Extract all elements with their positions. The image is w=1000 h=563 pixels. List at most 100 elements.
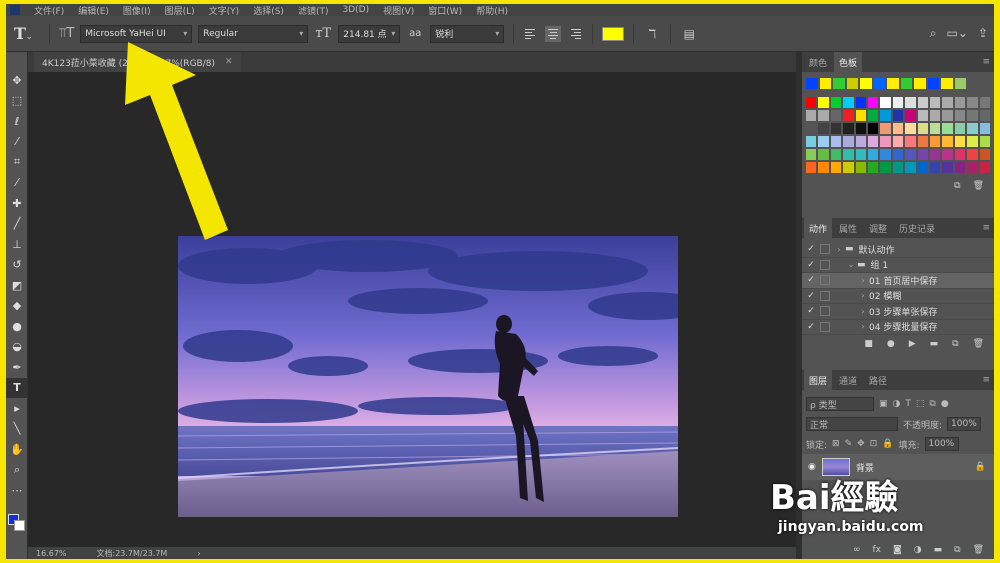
swatch[interactable] [942, 123, 953, 134]
background-color-swatch[interactable] [14, 520, 25, 531]
swatch[interactable] [855, 149, 867, 160]
swatch[interactable] [868, 123, 879, 134]
action-row[interactable]: ✓ › 03 步骤单张保存 [802, 304, 994, 320]
align-left-button[interactable] [523, 26, 539, 42]
mask-icon[interactable]: ◙ [893, 545, 902, 555]
swatch[interactable] [880, 162, 891, 173]
swatch[interactable] [892, 149, 904, 160]
path-selection-tool-icon[interactable]: ▸ [6, 398, 28, 419]
swatch[interactable] [880, 97, 891, 108]
swatch[interactable] [868, 97, 879, 108]
swatch[interactable] [905, 97, 916, 108]
folder-icon[interactable]: ▬ [930, 339, 939, 349]
swatch[interactable] [833, 78, 845, 89]
text-color-swatch[interactable] [602, 26, 625, 41]
swatch[interactable] [967, 149, 978, 160]
filter-toggle-icon[interactable]: ● [941, 399, 949, 409]
menu-file[interactable]: 文件(F) [34, 4, 64, 17]
menu-image[interactable]: 图像(I) [123, 4, 151, 17]
swatch[interactable] [855, 136, 867, 147]
swatch[interactable] [954, 136, 966, 147]
swatch[interactable] [917, 136, 929, 147]
swatch[interactable] [806, 97, 817, 108]
filter-smart-icon[interactable]: ⧉ [929, 399, 935, 409]
record-icon[interactable]: ● [887, 339, 895, 349]
swatch[interactable] [843, 123, 854, 134]
swatch[interactable] [942, 110, 953, 121]
swatch[interactable] [954, 162, 966, 173]
move-tool-icon[interactable]: ✥ [6, 70, 28, 91]
swatch[interactable] [843, 110, 854, 121]
type-tool-preset-button[interactable]: T⌄ [14, 24, 40, 43]
swatch[interactable] [979, 97, 991, 108]
expand-icon[interactable]: › [857, 276, 869, 285]
swatch[interactable] [806, 162, 817, 173]
swatch[interactable] [905, 162, 916, 173]
menu-help[interactable]: 帮助(H) [476, 4, 508, 17]
font-style-select[interactable]: Regular ▾ [198, 24, 309, 43]
swatch[interactable] [806, 123, 817, 134]
swatch[interactable] [892, 136, 904, 147]
tab-actions[interactable]: 动作 [804, 217, 833, 239]
close-icon[interactable]: ✕ [225, 57, 233, 67]
menu-type[interactable]: 文字(Y) [209, 4, 240, 17]
healing-brush-tool-icon[interactable]: ✚ [6, 193, 28, 214]
crop-tool-icon[interactable]: ⌗ [6, 152, 28, 173]
swatch[interactable] [954, 78, 966, 89]
swatch[interactable] [967, 110, 978, 121]
swatch[interactable] [868, 110, 879, 121]
menu-filter[interactable]: 滤镜(T) [298, 4, 329, 17]
swatch[interactable] [979, 136, 991, 147]
swatch[interactable] [900, 78, 912, 89]
swatch[interactable] [967, 136, 978, 147]
expand-icon[interactable]: › [857, 291, 869, 300]
swatch[interactable] [967, 123, 978, 134]
swatch[interactable] [887, 78, 899, 89]
swatch[interactable] [930, 97, 941, 108]
swatch[interactable] [979, 162, 991, 173]
swatch[interactable] [830, 123, 842, 134]
panel-menu-icon[interactable]: ≡ [982, 57, 990, 67]
swatch[interactable] [818, 136, 829, 147]
hand-tool-icon[interactable]: ✋ [6, 439, 28, 460]
pen-tool-icon[interactable]: ✒ [6, 357, 28, 378]
swatch[interactable] [905, 110, 916, 121]
character-panel-icon[interactable]: ▤ [680, 25, 698, 43]
swatch[interactable] [855, 123, 867, 134]
panel-menu-icon[interactable]: ≡ [982, 375, 990, 385]
check-icon[interactable]: ✓ [805, 322, 817, 332]
chevron-right-icon[interactable]: › [197, 549, 200, 558]
swatch[interactable] [868, 162, 879, 173]
swatch[interactable] [846, 78, 858, 89]
swatch[interactable] [880, 123, 891, 134]
tab-layers[interactable]: 图层 [804, 369, 833, 391]
swatch[interactable] [843, 136, 854, 147]
swatch[interactable] [979, 149, 991, 160]
expand-icon[interactable]: › [857, 307, 869, 316]
swatch[interactable] [930, 110, 941, 121]
tab-channels[interactable]: 通道 [834, 370, 862, 391]
tab-swatches[interactable]: 色板 [834, 51, 863, 73]
marquee-tool-icon[interactable]: ⬚ [6, 91, 28, 112]
check-icon[interactable]: ✓ [805, 291, 817, 301]
swatch[interactable] [967, 97, 978, 108]
swatch[interactable] [830, 162, 842, 173]
expand-icon[interactable]: › [857, 322, 869, 331]
history-brush-tool-icon[interactable]: ↺ [6, 255, 28, 276]
stop-icon[interactable]: ■ [864, 339, 873, 349]
new-swatch-icon[interactable]: ⧉ [954, 181, 960, 191]
action-row[interactable]: ✓ › 04 步骤批量保存 [802, 320, 994, 335]
trash-icon[interactable]: 🗑 [973, 181, 984, 191]
swatch[interactable] [818, 162, 829, 173]
swatch[interactable] [819, 78, 831, 89]
swatch[interactable] [830, 149, 842, 160]
swatch[interactable] [954, 123, 966, 134]
antialias-select[interactable]: 锐利 ▾ [430, 24, 505, 43]
align-center-button[interactable] [545, 25, 562, 42]
swatch[interactable] [905, 136, 916, 147]
swatch[interactable] [914, 78, 926, 89]
dialog-toggle[interactable] [820, 290, 830, 301]
fx-icon[interactable]: fx [873, 545, 882, 555]
swatch[interactable] [905, 149, 916, 160]
swatch[interactable] [880, 149, 891, 160]
